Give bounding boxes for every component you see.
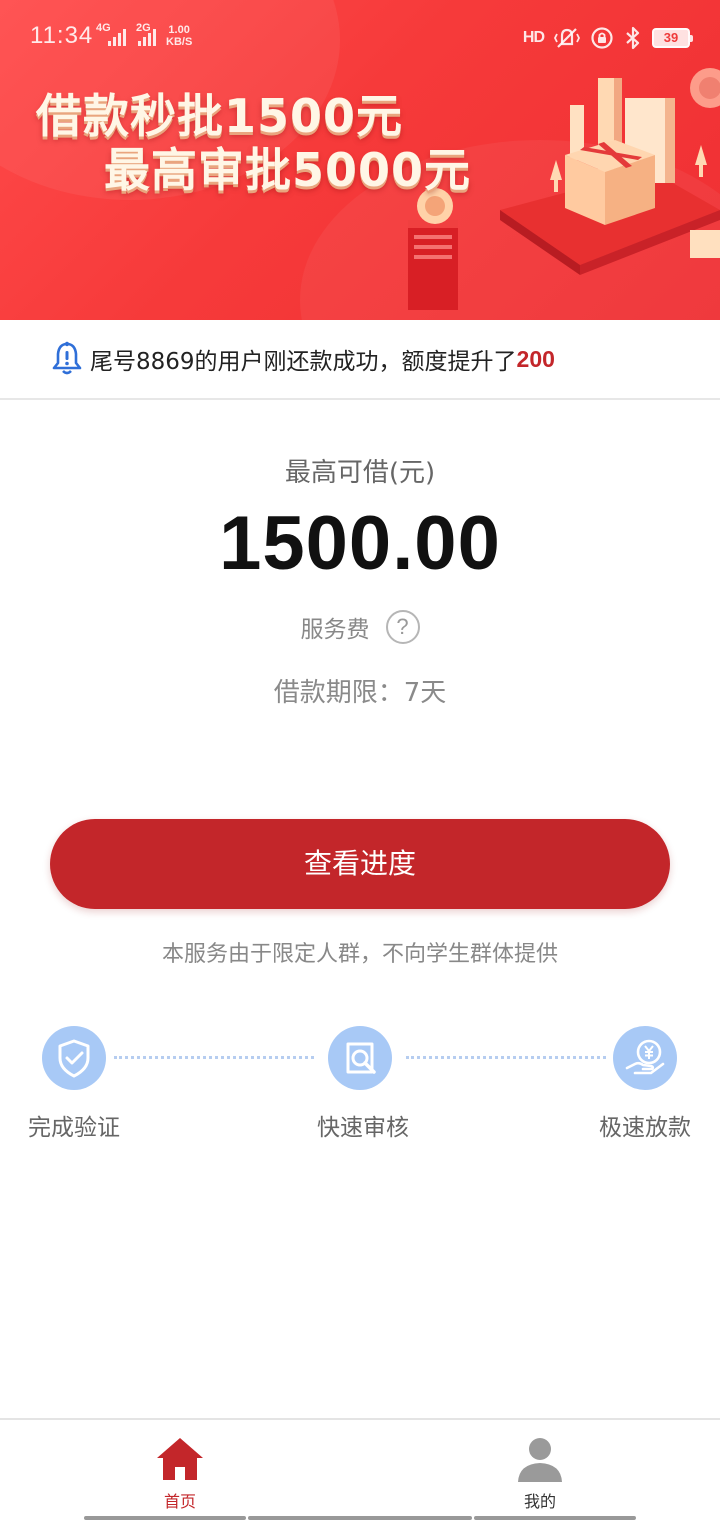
home-icon <box>157 1438 203 1480</box>
battery-icon: 39 <box>652 28 693 48</box>
hd-icon: HD <box>522 29 545 46</box>
nav-label-home: 首页 <box>163 1492 196 1511</box>
network-speed: 1.00 KB/S <box>166 24 192 48</box>
step-label-verify: 完成验证 <box>28 1115 120 1141</box>
speed-value: 1.00 <box>168 24 190 36</box>
shield-check-icon <box>58 1039 90 1078</box>
disclaimer-text: 本服务由于限定人群，不向学生群体提供 <box>161 942 558 967</box>
status-bar: 11:34 4G 2G 1.00 KB/S HD 39 <box>0 0 720 72</box>
step-label-disburse: 极速放款 <box>599 1115 691 1141</box>
gesture-bar <box>474 1516 636 1520</box>
signal-icon <box>138 28 162 46</box>
notice-text: 尾号8869的用户刚还款成功，额度提升了 <box>90 349 517 375</box>
step-verify-icon <box>42 1026 106 1090</box>
search-document-icon <box>346 1042 376 1074</box>
lock-rotation-icon <box>591 27 613 49</box>
view-progress-button[interactable]: 查看进度 <box>50 819 670 909</box>
signal-icon <box>108 28 132 46</box>
nav-item-mine[interactable]: 我的 <box>480 1434 600 1512</box>
step-review-icon <box>328 1026 392 1090</box>
gesture-bar <box>248 1516 472 1520</box>
vibrate-icon <box>554 28 580 48</box>
notice-bar: 尾号8869的用户刚还款成功，额度提升了 200 <box>0 320 720 400</box>
user-icon <box>518 1438 562 1482</box>
bottom-nav: 首页 我的 <box>0 1418 720 1520</box>
status-right-icons: HD 39 <box>522 24 693 52</box>
bell-icon <box>52 341 82 375</box>
banner-headline-2: 最高审批5000元 <box>104 143 472 197</box>
step-connector <box>406 1056 606 1059</box>
nav-item-home[interactable]: 首页 <box>120 1434 240 1512</box>
bluetooth-icon <box>626 26 640 50</box>
yen-hand-icon <box>625 1039 665 1075</box>
step-connector <box>114 1056 314 1059</box>
notice-amount: 200 <box>516 345 555 372</box>
service-fee-row: 服务费 ? <box>0 610 720 644</box>
promo-banner[interactable]: 借款秒批1500元 最高审批5000元 11:34 4G 2G 1.00 KB/… <box>0 0 720 320</box>
nav-label-mine: 我的 <box>523 1492 556 1511</box>
max-amount-label: 最高可借(元) <box>284 458 436 488</box>
speed-unit: KB/S <box>166 36 193 48</box>
status-time: 11:34 <box>30 22 94 49</box>
gesture-bar <box>84 1516 246 1520</box>
help-icon[interactable]: ? <box>385 610 420 644</box>
loan-term: 借款期限：7天 <box>273 678 447 708</box>
max-amount-value: 1500.00 <box>219 501 501 586</box>
step-disburse-icon <box>613 1026 677 1090</box>
step-label-review: 快速审核 <box>317 1115 409 1141</box>
service-fee-label: 服务费 <box>300 617 370 643</box>
